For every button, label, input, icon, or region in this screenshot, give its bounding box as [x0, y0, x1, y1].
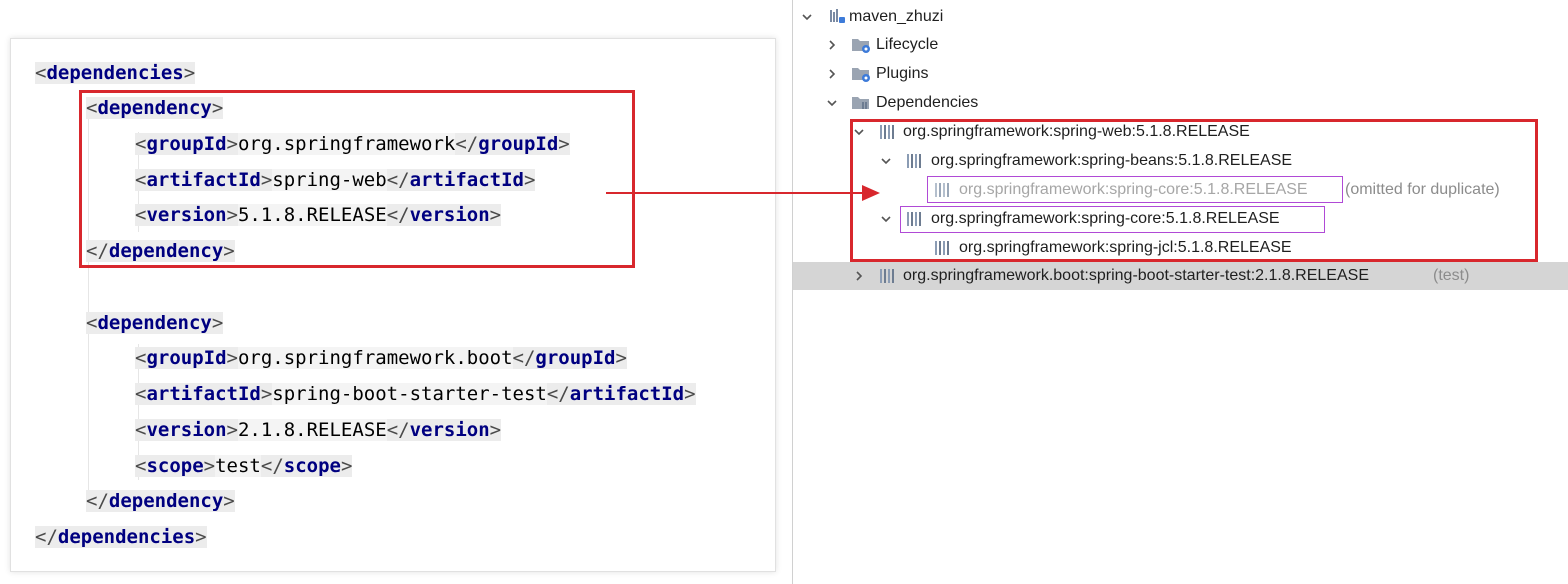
code-token: artifactId	[146, 383, 261, 405]
tree-label: maven_zhuzi	[849, 8, 944, 25]
chevron-right-icon[interactable]	[826, 31, 840, 59]
code-line-dependency-open: <dependency>	[86, 308, 224, 338]
tree-label: Dependencies	[876, 94, 979, 111]
code-token: >	[223, 490, 235, 512]
code-line-artifactid: <artifactId>spring-boot-starter-test</ar…	[135, 379, 696, 409]
code-line-dependencies-open: <dependencies>	[35, 58, 196, 88]
code-token: </	[386, 419, 410, 441]
code-token: </	[546, 383, 570, 405]
code-token: </	[86, 490, 109, 512]
code-token: <	[135, 347, 147, 369]
scope-tag: (test)	[1433, 267, 1470, 284]
code-token: artifactId	[569, 383, 685, 405]
maven-project-icon	[827, 8, 847, 26]
code-token: >	[615, 347, 627, 369]
code-token: >	[340, 455, 353, 477]
code-token: 2.1.8.RELEASE	[237, 419, 387, 441]
code-panel: <dependencies> <dependency> <groupId>org…	[0, 0, 792, 584]
code-token: scope	[146, 455, 204, 477]
code-line-dependencies-close: </dependencies>	[35, 522, 207, 552]
tree-node-lifecycle[interactable]: Lifecycle	[793, 31, 1568, 59]
code-token: >	[195, 526, 207, 548]
code-token: <	[135, 383, 147, 405]
maven-tree-panel: maven_zhuzi Lifecycle Plugins Dependenci…	[792, 0, 1568, 584]
folder-gear-icon	[851, 36, 871, 54]
tree-label: Plugins	[876, 65, 929, 82]
code-token: <	[35, 62, 47, 84]
code-token: <	[135, 419, 147, 441]
highlight-box-spring-core-omitted	[927, 176, 1343, 203]
code-token: groupId	[146, 347, 227, 369]
chevron-right-icon[interactable]	[826, 60, 840, 88]
tree-node-root[interactable]: maven_zhuzi	[793, 3, 1568, 31]
highlight-box-spring-core	[900, 206, 1325, 233]
code-token: dependency	[108, 490, 224, 512]
code-token: >	[226, 347, 238, 369]
code-token: </	[35, 526, 58, 548]
code-token: dependencies	[57, 526, 196, 548]
code-line-scope: <scope>test</scope>	[135, 451, 353, 481]
code-token: spring-boot-starter-test	[272, 383, 547, 405]
tree-node-spring-boot-starter-test[interactable]: org.springframework.boot:spring-boot-sta…	[793, 262, 1568, 290]
code-token: >	[489, 419, 502, 441]
code-token: </	[260, 455, 284, 477]
code-line-groupid: <groupId>org.springframework.boot</group…	[135, 343, 627, 373]
code-token: >	[183, 62, 196, 84]
folder-gear-icon	[851, 65, 871, 83]
code-token: <	[135, 455, 147, 477]
tree-node-dependencies[interactable]: Dependencies	[793, 89, 1568, 117]
code-token: groupId	[535, 347, 616, 369]
chevron-down-icon[interactable]	[801, 3, 815, 31]
code-token: <	[86, 312, 98, 334]
code-token: test	[215, 455, 261, 477]
code-token: >	[211, 312, 224, 334]
library-icon	[879, 267, 899, 285]
code-token: >	[203, 455, 216, 477]
tree-node-plugins[interactable]: Plugins	[793, 60, 1568, 88]
tree-label: org.springframework.boot:spring-boot-sta…	[903, 267, 1369, 284]
code-token: scope	[283, 455, 341, 477]
tree-label: Lifecycle	[876, 36, 939, 53]
arrow-icon	[606, 185, 880, 201]
highlight-box-spring-web	[79, 90, 635, 268]
code-token: >	[260, 383, 273, 405]
code-token: version	[146, 419, 227, 441]
code-token: >	[684, 383, 696, 405]
chevron-down-icon[interactable]	[826, 89, 840, 117]
code-line-dependency-close: </dependency>	[86, 486, 235, 516]
code-token: </	[512, 347, 536, 369]
code-token: >	[226, 419, 238, 441]
code-token: version	[409, 419, 490, 441]
folder-library-icon	[851, 94, 871, 112]
code-token: dependency	[97, 312, 212, 334]
chevron-right-icon[interactable]	[853, 262, 867, 290]
code-line-version: <version>2.1.8.RELEASE</version>	[135, 415, 502, 445]
code-token: dependencies	[46, 62, 184, 84]
code-token: org.springframework.boot	[237, 347, 513, 369]
